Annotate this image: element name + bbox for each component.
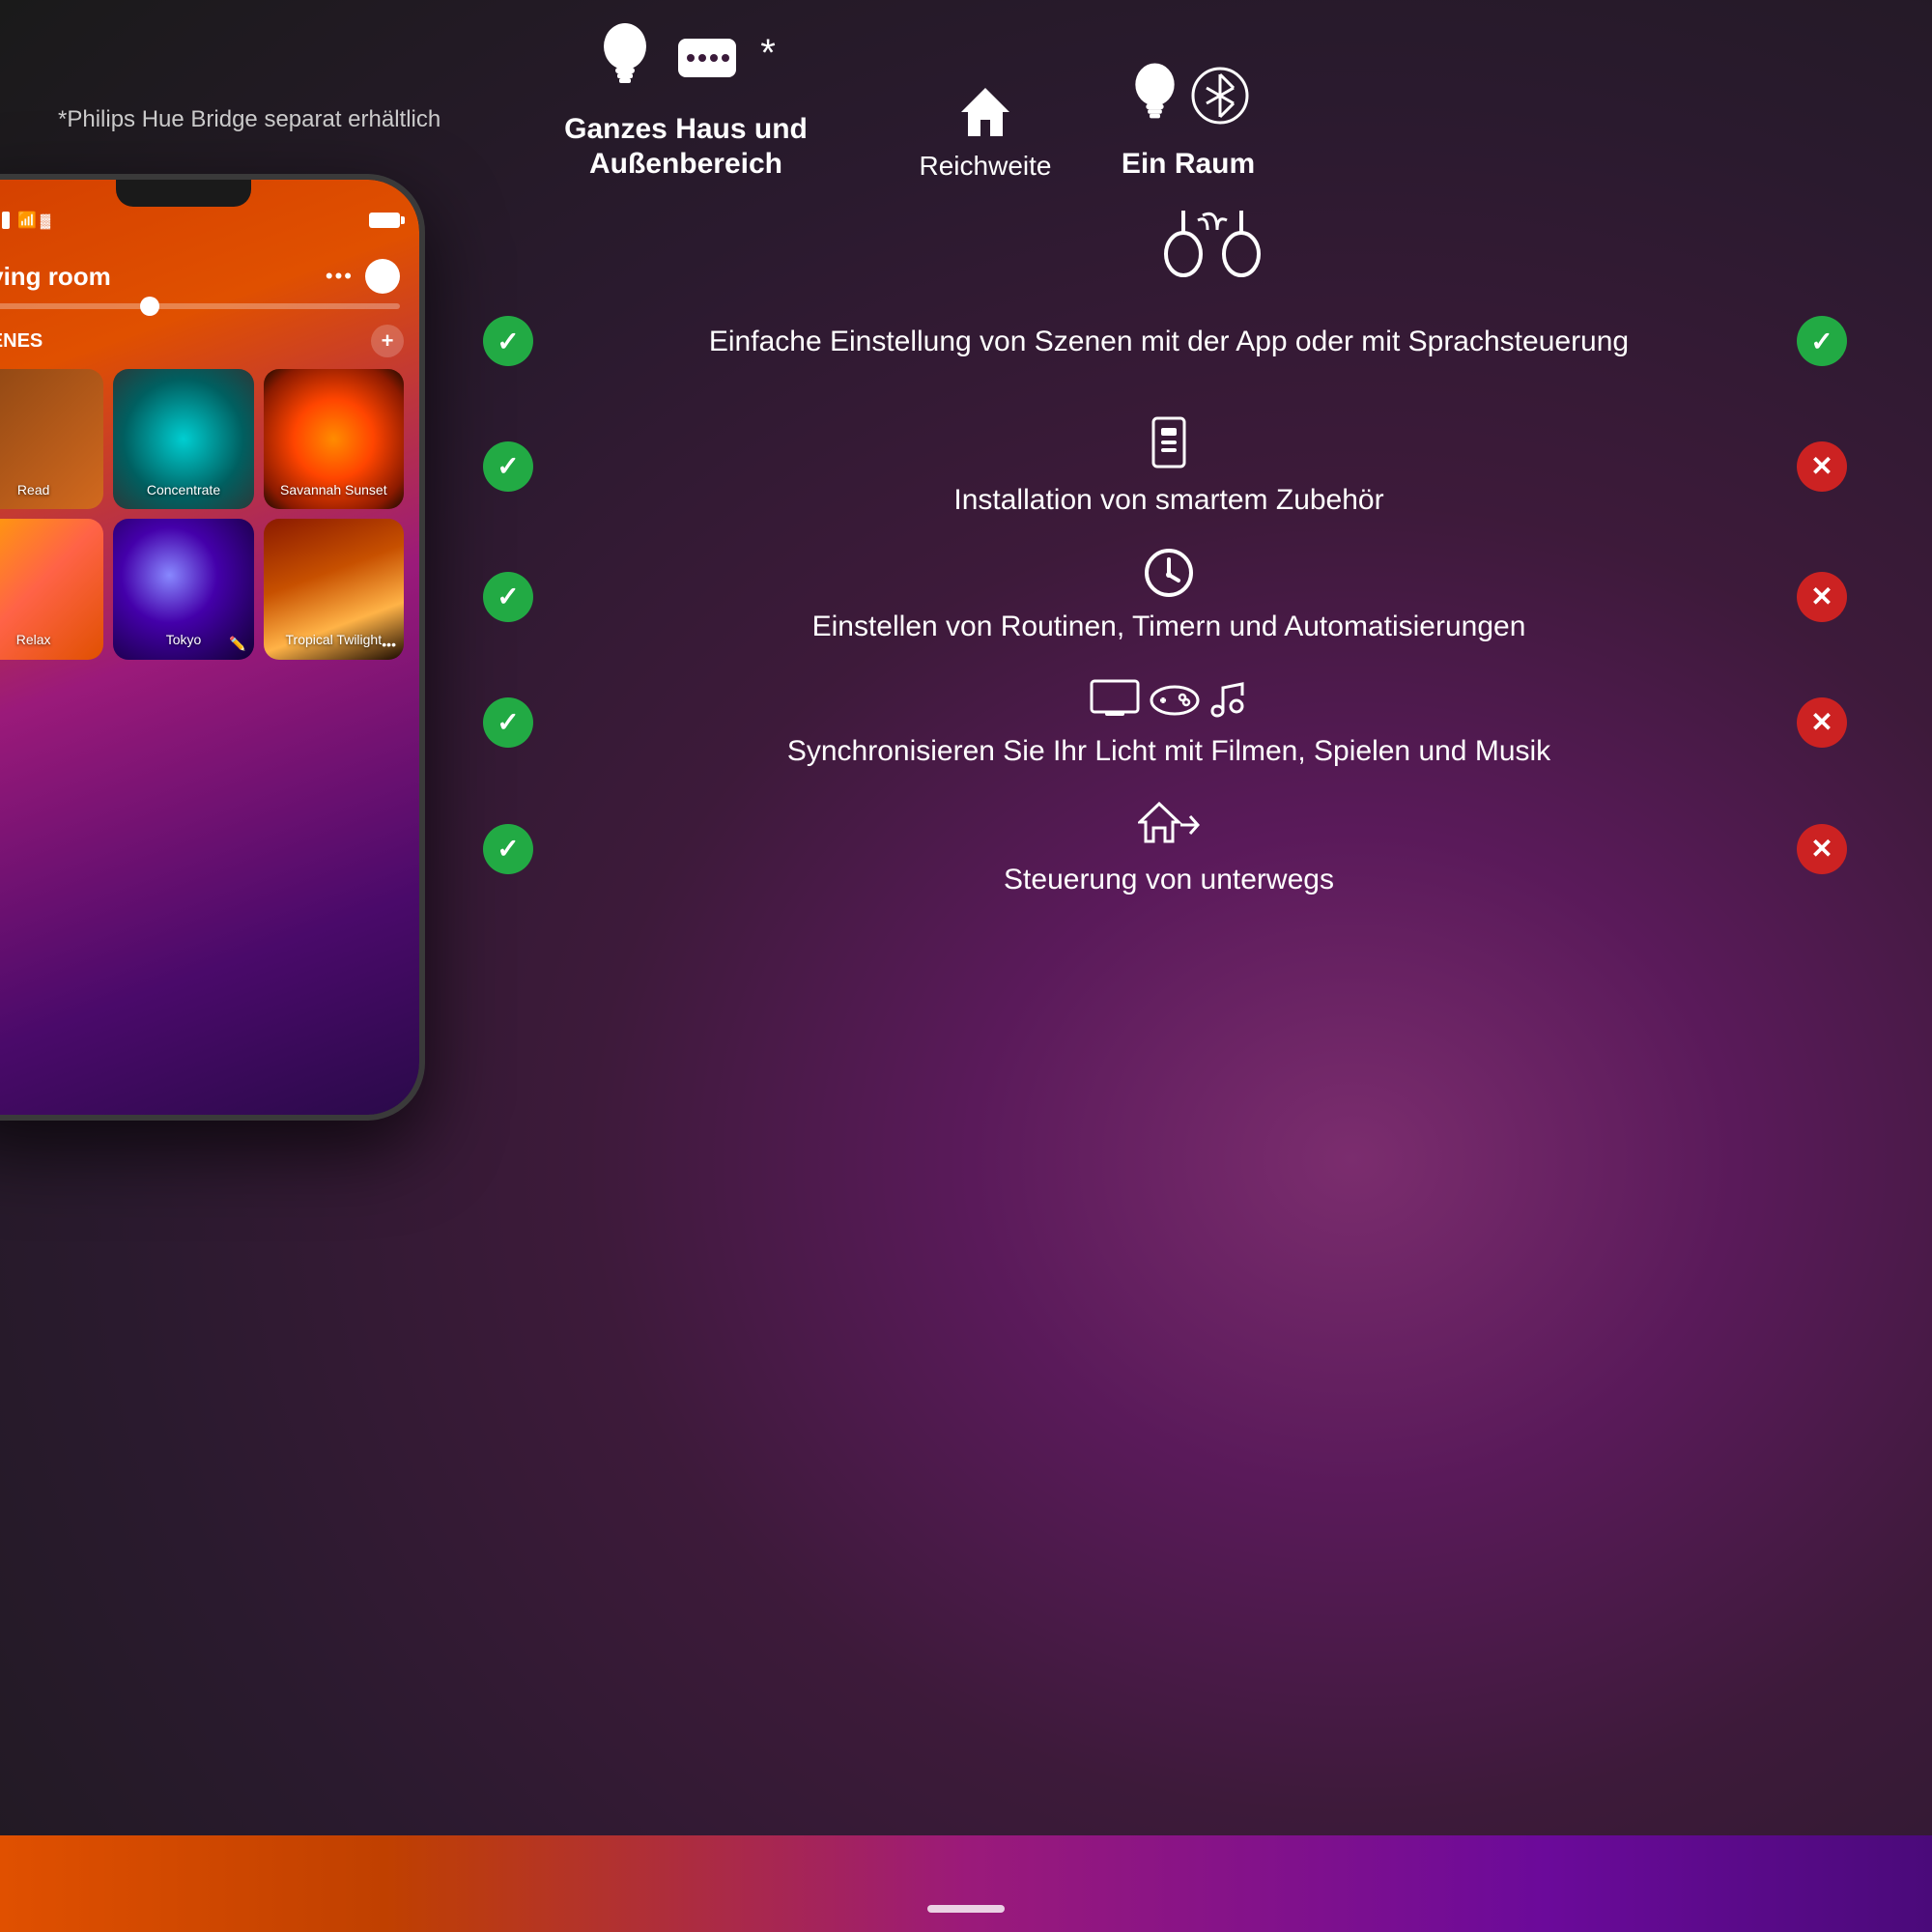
phone-frame: 📶 ▓ Living room ••• <box>0 174 425 1121</box>
bottom-bar <box>0 1835 1932 1932</box>
bluetooth-check-remote <box>1797 824 1847 874</box>
scene-name: Tropical Twilight <box>275 632 392 648</box>
scene-card-tokyo[interactable]: ✏️ Tokyo <box>113 519 253 659</box>
scene-name: Concentrate <box>125 482 242 498</box>
scene-card-tropical[interactable]: ••• Tropical Twilight <box>264 519 404 659</box>
feature-row-remote: Steuerung von unterwegs <box>483 799 1855 898</box>
reach-column-header: Reichweite <box>889 83 1082 182</box>
features-table: Einfache Einstellung von Szenen mit der … <box>483 298 1855 898</box>
feature-text-accessory: Installation von smartem Zubehör <box>953 481 1383 519</box>
battery-icon <box>369 213 400 228</box>
feature-scenes: Einfache Einstellung von Szenen mit der … <box>541 323 1797 360</box>
status-bar: 📶 ▓ <box>0 211 400 230</box>
home-indicator <box>927 1905 1005 1913</box>
scene-name: Savannah Sunset <box>275 482 392 498</box>
asterisk: * <box>760 32 776 75</box>
phone-notch <box>116 180 251 207</box>
feature-remote: Steuerung von unterwegs <box>541 799 1797 898</box>
sync-icons <box>1090 674 1248 723</box>
bluetooth-check-scenes <box>1797 316 1847 366</box>
bluetooth-check-accessory <box>1797 441 1847 492</box>
phone-mockup: 📶 ▓ Living room ••• <box>0 174 444 1159</box>
bridge-check-routines <box>483 572 533 622</box>
reach-column-label: Reichweite <box>920 151 1052 182</box>
feature-row-routines: Einstellen von Routinen, Timern und Auto… <box>483 548 1855 645</box>
bluetooth-column-label: Ein Raum <box>1122 147 1255 182</box>
bridge-check-sync <box>483 697 533 748</box>
phone-content: Living room ••• SCENES <box>0 247 419 1115</box>
feature-text-routines: Einstellen von Routinen, Timern und Auto… <box>812 608 1526 645</box>
remote-control-icon <box>1138 799 1200 851</box>
feature-text-scenes: Einfache Einstellung von Szenen mit der … <box>709 323 1629 360</box>
brightness-thumb <box>140 297 159 316</box>
scene-card-relax[interactable]: Relax <box>0 519 103 659</box>
clock-icon <box>1144 548 1194 598</box>
scene-card-savannah[interactable]: Savannah Sunset <box>264 369 404 509</box>
scenes-label: SCENES <box>0 330 43 353</box>
scene-card-read[interactable]: Read <box>0 369 103 509</box>
feature-row-sync: Synchronisieren Sie Ihr Licht mit Filmen… <box>483 674 1855 770</box>
feature-text-sync: Synchronisieren Sie Ihr Licht mit Filmen… <box>787 732 1550 770</box>
features-section: * Ganzes Haus und Außenbereich Reichweit… <box>386 0 1932 927</box>
scene-name: Read <box>0 482 92 498</box>
bridge-check-accessory <box>483 441 533 492</box>
home-icon <box>956 83 1014 141</box>
brightness-slider[interactable] <box>0 303 400 309</box>
feature-accessory: Installation von smartem Zubehör <box>541 413 1797 519</box>
scene-name: Tokyo <box>125 632 242 648</box>
bridge-check-remote <box>483 824 533 874</box>
feature-text-remote: Steuerung von unterwegs <box>1004 861 1334 898</box>
room-header: Living room ••• <box>0 247 419 303</box>
feature-sync: Synchronisieren Sie Ihr Licht mit Filmen… <box>541 674 1797 770</box>
scenes-section: SCENES + Read <box>0 325 419 660</box>
bridge-column-label: Ganzes Haus und Außenbereich <box>483 112 889 182</box>
bluetooth-check-routines <box>1797 572 1847 622</box>
bluetooth-check-sync <box>1797 697 1847 748</box>
scene-card-concentrate[interactable]: Concentrate <box>113 369 253 509</box>
feature-row-accessory: Installation von smartem Zubehör <box>483 413 1855 519</box>
scenes-header: SCENES + <box>0 325 404 357</box>
footnote: *Philips Hue Bridge separat erhältlich <box>58 106 440 133</box>
signal-icon <box>0 212 10 229</box>
nfc-tap-icon <box>1145 201 1280 278</box>
page: Mit der Hue Bridge oder Bluetooth starte… <box>0 0 1932 1932</box>
bulb-icon <box>596 19 654 97</box>
scenes-grid: Read Concentrate Savannah Sunset <box>0 369 404 660</box>
edit-icon: ✏️ <box>229 636 245 652</box>
accessory-icon <box>1146 413 1192 471</box>
room-name: Living room <box>0 262 111 292</box>
bluetooth-icon <box>1191 67 1249 125</box>
nfc-icons <box>483 201 1855 278</box>
bridge-icon <box>673 24 741 92</box>
more-options-button[interactable]: ••• <box>326 264 354 289</box>
phone-screen: 📶 ▓ Living room ••• <box>0 180 419 1115</box>
scene-name: Relax <box>0 632 92 648</box>
bridge-icons: * <box>596 19 776 97</box>
bulb-icon-2 <box>1128 59 1181 131</box>
bluetooth-column-header: Ein Raum <box>1082 59 1294 182</box>
bridge-column-header: * Ganzes Haus und Außenbereich <box>483 19 889 182</box>
column-headers: * Ganzes Haus und Außenbereich Reichweit… <box>483 19 1855 182</box>
bluetooth-icons <box>1128 59 1249 131</box>
bridge-check-scenes <box>483 316 533 366</box>
feature-row-scenes: Einfache Einstellung von Szenen mit der … <box>483 298 1855 384</box>
feature-routines: Einstellen von Routinen, Timern und Auto… <box>541 548 1797 645</box>
